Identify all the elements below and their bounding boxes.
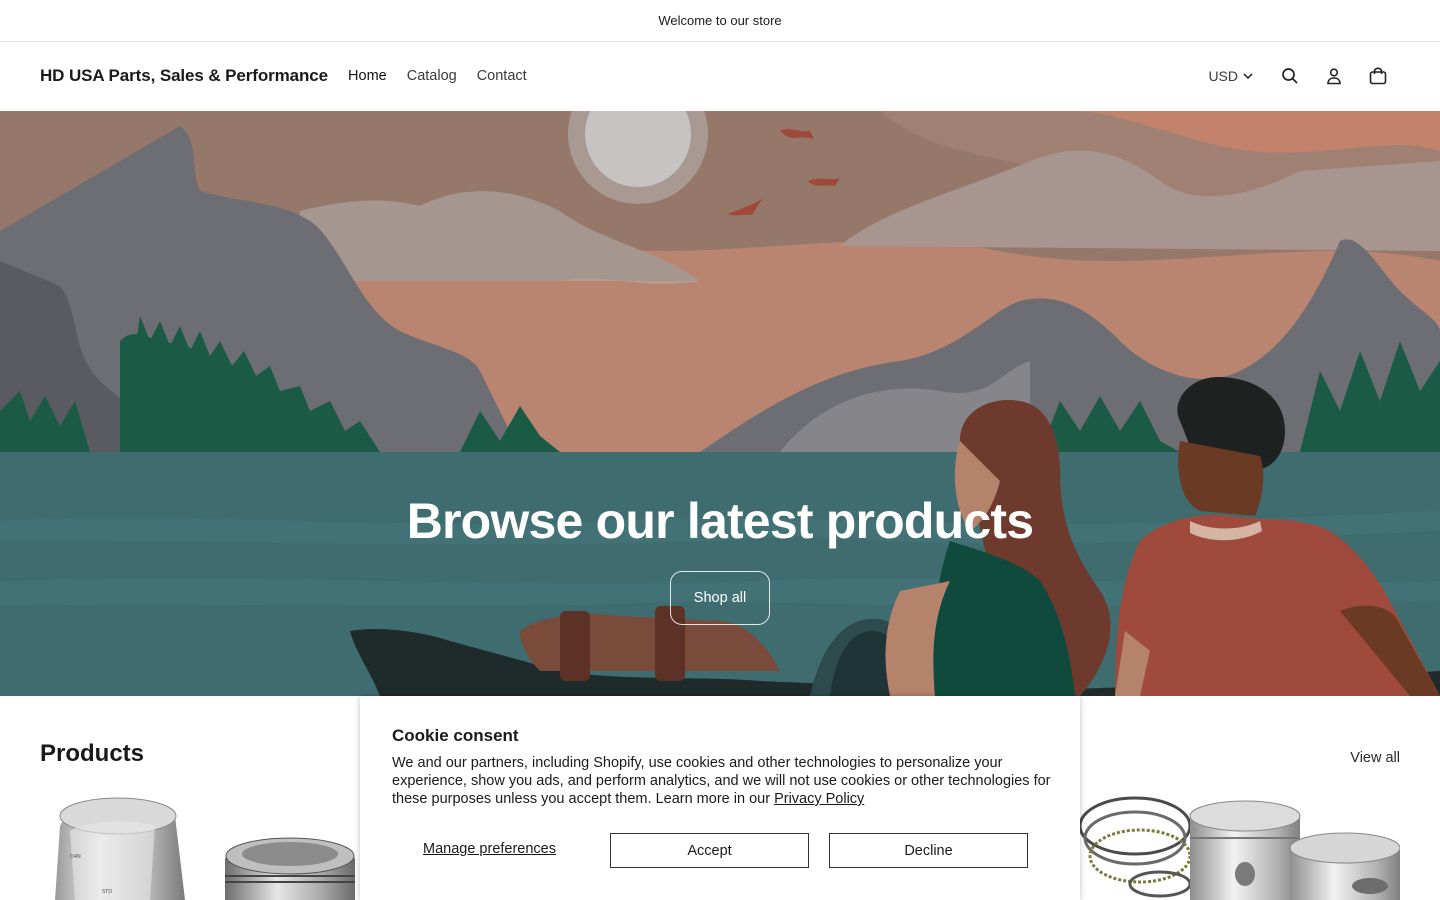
site-header: HD USA Parts, Sales & Performance Home C… xyxy=(0,42,1440,110)
cookie-title: Cookie consent xyxy=(392,726,519,745)
decline-button[interactable]: Decline xyxy=(829,833,1028,868)
currency-label: USD xyxy=(1208,68,1238,84)
cookie-consent-banner: Cookie consent We and our partners, incl… xyxy=(360,696,1080,900)
cookie-body-text: We and our partners, including Shopify, … xyxy=(392,755,1051,807)
announcement-text: Welcome to our store xyxy=(658,13,782,28)
product-image-piston-2[interactable] xyxy=(220,834,360,900)
nav-catalog[interactable]: Catalog xyxy=(407,68,457,84)
cookie-actions: Manage preferences Accept Decline xyxy=(392,833,1028,868)
hero-banner: Browse our latest products Shop all xyxy=(0,111,1440,696)
header-actions: USD xyxy=(1208,54,1400,98)
svg-text:STD: STD xyxy=(102,889,112,895)
shop-all-button[interactable]: Shop all xyxy=(670,571,770,625)
cart-icon xyxy=(1369,67,1387,85)
product-image-piston-kit[interactable] xyxy=(1080,796,1400,900)
cookie-text: We and our partners, including Shopify, … xyxy=(392,754,1052,808)
nav-home[interactable]: Home xyxy=(348,68,387,84)
announcement-bar: Welcome to our store xyxy=(0,0,1440,42)
product-image-piston-1[interactable]: D4N STD xyxy=(40,796,200,900)
main-nav: Home Catalog Contact xyxy=(348,68,527,84)
nav-contact[interactable]: Contact xyxy=(477,68,527,84)
account-icon xyxy=(1327,68,1341,85)
chevron-down-icon xyxy=(1243,73,1253,80)
store-name[interactable]: HD USA Parts, Sales & Performance xyxy=(40,66,328,86)
manage-preferences-link[interactable]: Manage preferences xyxy=(423,841,556,857)
view-all-link[interactable]: View all xyxy=(1350,750,1400,766)
search-button[interactable] xyxy=(1268,54,1312,98)
accept-button[interactable]: Accept xyxy=(610,833,809,868)
account-button[interactable] xyxy=(1312,54,1356,98)
products-heading: Products xyxy=(40,740,145,767)
hero-title: Browse our latest products xyxy=(406,493,1034,549)
hero-content: Browse our latest products Shop all xyxy=(0,494,1440,625)
svg-text:D4N: D4N xyxy=(70,854,81,860)
cart-button[interactable] xyxy=(1356,54,1400,98)
search-icon xyxy=(1282,68,1298,84)
privacy-policy-link[interactable]: Privacy Policy xyxy=(774,791,864,807)
currency-selector[interactable]: USD xyxy=(1208,68,1254,84)
